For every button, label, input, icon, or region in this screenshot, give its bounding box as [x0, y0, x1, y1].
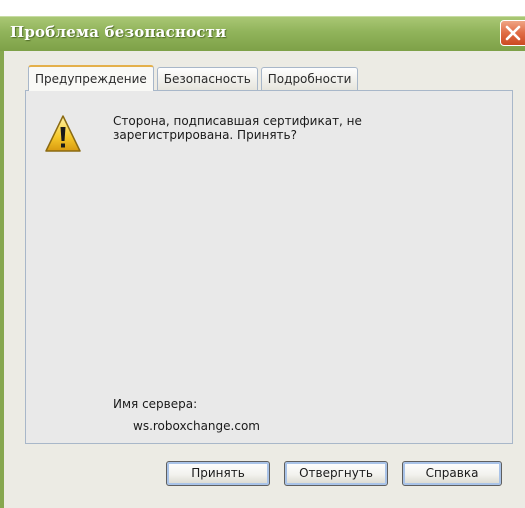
- accept-button[interactable]: Принять: [166, 461, 270, 486]
- tab-warning[interactable]: Предупреждение: [28, 65, 154, 91]
- warning-icon: [44, 114, 82, 154]
- close-button[interactable]: [500, 20, 525, 46]
- server-name-value: ws.roboxchange.com: [133, 419, 260, 433]
- warning-message: Сторона, подписавшая сертификат, не заре…: [113, 114, 413, 142]
- tab-panel-warning: [25, 90, 513, 444]
- reject-button[interactable]: Отвергнуть: [284, 461, 388, 486]
- help-button[interactable]: Справка: [402, 461, 502, 486]
- warning-message-line2: зарегистрирована. Принять?: [113, 128, 297, 142]
- security-dialog: Проблема безопасности Предупреждение Без…: [0, 0, 525, 508]
- tab-details[interactable]: Подробности: [260, 67, 359, 90]
- tab-security[interactable]: Безопасность: [156, 67, 258, 90]
- server-name-label: Имя сервера:: [113, 397, 198, 411]
- warning-message-line1: Сторона, подписавшая сертификат, не: [113, 114, 362, 128]
- tab-strip: Предупреждение Безопасность Подробности: [28, 65, 361, 91]
- title-bar[interactable]: Проблема безопасности: [0, 16, 525, 52]
- close-icon: [505, 25, 521, 41]
- window-title: Проблема безопасности: [10, 23, 227, 41]
